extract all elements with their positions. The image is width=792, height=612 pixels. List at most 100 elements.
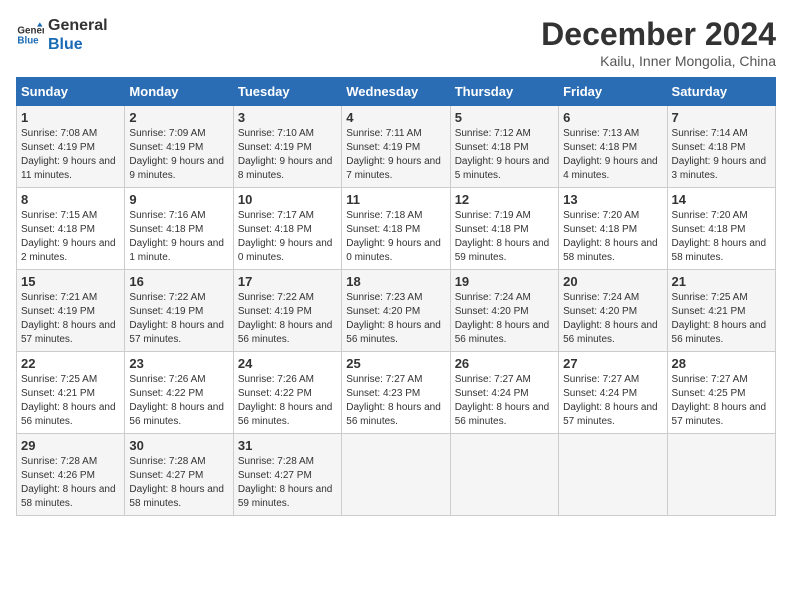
day-info: Sunrise: 7:23 AM Sunset: 4:20 PM Dayligh… <box>346 291 445 347</box>
day-cell: 20 Sunrise: 7:24 AM Sunset: 4:20 PM Dayl… <box>559 270 667 352</box>
day-cell: 16 Sunrise: 7:22 AM Sunset: 4:19 PM Dayl… <box>125 270 233 352</box>
day-info: Sunrise: 7:22 AM Sunset: 4:19 PM Dayligh… <box>129 291 228 347</box>
day-number: 30 <box>129 438 228 453</box>
day-info: Sunrise: 7:24 AM Sunset: 4:20 PM Dayligh… <box>455 291 554 347</box>
col-saturday: Saturday <box>667 78 775 106</box>
day-number: 18 <box>346 274 445 289</box>
day-info: Sunrise: 7:27 AM Sunset: 4:23 PM Dayligh… <box>346 373 445 429</box>
calendar-body: 1 Sunrise: 7:08 AM Sunset: 4:19 PM Dayli… <box>17 106 776 516</box>
day-cell: 6 Sunrise: 7:13 AM Sunset: 4:18 PM Dayli… <box>559 106 667 188</box>
day-number: 29 <box>21 438 120 453</box>
col-tuesday: Tuesday <box>233 78 341 106</box>
col-friday: Friday <box>559 78 667 106</box>
day-cell: 25 Sunrise: 7:27 AM Sunset: 4:23 PM Dayl… <box>342 352 450 434</box>
day-cell: 27 Sunrise: 7:27 AM Sunset: 4:24 PM Dayl… <box>559 352 667 434</box>
day-info: Sunrise: 7:28 AM Sunset: 4:27 PM Dayligh… <box>129 455 228 511</box>
day-number: 9 <box>129 192 228 207</box>
day-info: Sunrise: 7:19 AM Sunset: 4:18 PM Dayligh… <box>455 209 554 265</box>
day-cell: 29 Sunrise: 7:28 AM Sunset: 4:26 PM Dayl… <box>17 434 125 516</box>
day-cell <box>667 434 775 516</box>
col-monday: Monday <box>125 78 233 106</box>
logo-blue: Blue <box>48 35 108 54</box>
day-info: Sunrise: 7:17 AM Sunset: 4:18 PM Dayligh… <box>238 209 337 265</box>
day-cell: 28 Sunrise: 7:27 AM Sunset: 4:25 PM Dayl… <box>667 352 775 434</box>
col-sunday: Sunday <box>17 78 125 106</box>
day-number: 15 <box>21 274 120 289</box>
day-cell: 9 Sunrise: 7:16 AM Sunset: 4:18 PM Dayli… <box>125 188 233 270</box>
week-row-1: 1 Sunrise: 7:08 AM Sunset: 4:19 PM Dayli… <box>17 106 776 188</box>
day-cell: 10 Sunrise: 7:17 AM Sunset: 4:18 PM Dayl… <box>233 188 341 270</box>
day-number: 31 <box>238 438 337 453</box>
day-number: 7 <box>672 110 771 125</box>
day-info: Sunrise: 7:26 AM Sunset: 4:22 PM Dayligh… <box>238 373 337 429</box>
header-row: Sunday Monday Tuesday Wednesday Thursday… <box>17 78 776 106</box>
day-cell: 2 Sunrise: 7:09 AM Sunset: 4:19 PM Dayli… <box>125 106 233 188</box>
month-title: December 2024 <box>541 16 776 53</box>
day-info: Sunrise: 7:27 AM Sunset: 4:24 PM Dayligh… <box>455 373 554 429</box>
day-number: 27 <box>563 356 662 371</box>
day-cell <box>342 434 450 516</box>
day-number: 28 <box>672 356 771 371</box>
day-cell: 8 Sunrise: 7:15 AM Sunset: 4:18 PM Dayli… <box>17 188 125 270</box>
day-info: Sunrise: 7:27 AM Sunset: 4:24 PM Dayligh… <box>563 373 662 429</box>
day-cell: 1 Sunrise: 7:08 AM Sunset: 4:19 PM Dayli… <box>17 106 125 188</box>
day-number: 6 <box>563 110 662 125</box>
day-info: Sunrise: 7:24 AM Sunset: 4:20 PM Dayligh… <box>563 291 662 347</box>
col-thursday: Thursday <box>450 78 558 106</box>
day-cell <box>559 434 667 516</box>
day-info: Sunrise: 7:26 AM Sunset: 4:22 PM Dayligh… <box>129 373 228 429</box>
day-number: 26 <box>455 356 554 371</box>
day-cell: 26 Sunrise: 7:27 AM Sunset: 4:24 PM Dayl… <box>450 352 558 434</box>
day-cell: 23 Sunrise: 7:26 AM Sunset: 4:22 PM Dayl… <box>125 352 233 434</box>
week-row-3: 15 Sunrise: 7:21 AM Sunset: 4:19 PM Dayl… <box>17 270 776 352</box>
day-number: 21 <box>672 274 771 289</box>
day-info: Sunrise: 7:21 AM Sunset: 4:19 PM Dayligh… <box>21 291 120 347</box>
day-cell: 19 Sunrise: 7:24 AM Sunset: 4:20 PM Dayl… <box>450 270 558 352</box>
day-number: 14 <box>672 192 771 207</box>
header: General Blue General Blue December 2024 … <box>16 16 776 69</box>
day-info: Sunrise: 7:13 AM Sunset: 4:18 PM Dayligh… <box>563 127 662 183</box>
day-cell: 15 Sunrise: 7:21 AM Sunset: 4:19 PM Dayl… <box>17 270 125 352</box>
day-cell: 30 Sunrise: 7:28 AM Sunset: 4:27 PM Dayl… <box>125 434 233 516</box>
title-area: December 2024 Kailu, Inner Mongolia, Chi… <box>541 16 776 69</box>
logo-general: General <box>48 16 108 35</box>
week-row-4: 22 Sunrise: 7:25 AM Sunset: 4:21 PM Dayl… <box>17 352 776 434</box>
day-info: Sunrise: 7:08 AM Sunset: 4:19 PM Dayligh… <box>21 127 120 183</box>
location: Kailu, Inner Mongolia, China <box>541 53 776 69</box>
day-info: Sunrise: 7:16 AM Sunset: 4:18 PM Dayligh… <box>129 209 228 265</box>
day-cell: 4 Sunrise: 7:11 AM Sunset: 4:19 PM Dayli… <box>342 106 450 188</box>
day-info: Sunrise: 7:12 AM Sunset: 4:18 PM Dayligh… <box>455 127 554 183</box>
day-number: 13 <box>563 192 662 207</box>
day-cell: 14 Sunrise: 7:20 AM Sunset: 4:18 PM Dayl… <box>667 188 775 270</box>
day-number: 4 <box>346 110 445 125</box>
day-number: 25 <box>346 356 445 371</box>
day-number: 23 <box>129 356 228 371</box>
logo: General Blue General Blue <box>16 16 108 54</box>
day-number: 2 <box>129 110 228 125</box>
day-info: Sunrise: 7:09 AM Sunset: 4:19 PM Dayligh… <box>129 127 228 183</box>
day-cell: 18 Sunrise: 7:23 AM Sunset: 4:20 PM Dayl… <box>342 270 450 352</box>
day-number: 16 <box>129 274 228 289</box>
day-cell: 11 Sunrise: 7:18 AM Sunset: 4:18 PM Dayl… <box>342 188 450 270</box>
day-info: Sunrise: 7:28 AM Sunset: 4:26 PM Dayligh… <box>21 455 120 511</box>
day-number: 22 <box>21 356 120 371</box>
day-info: Sunrise: 7:11 AM Sunset: 4:19 PM Dayligh… <box>346 127 445 183</box>
day-number: 10 <box>238 192 337 207</box>
svg-text:Blue: Blue <box>17 36 39 47</box>
day-info: Sunrise: 7:20 AM Sunset: 4:18 PM Dayligh… <box>563 209 662 265</box>
col-wednesday: Wednesday <box>342 78 450 106</box>
day-cell: 24 Sunrise: 7:26 AM Sunset: 4:22 PM Dayl… <box>233 352 341 434</box>
day-info: Sunrise: 7:14 AM Sunset: 4:18 PM Dayligh… <box>672 127 771 183</box>
day-number: 20 <box>563 274 662 289</box>
day-cell <box>450 434 558 516</box>
day-number: 1 <box>21 110 120 125</box>
day-info: Sunrise: 7:25 AM Sunset: 4:21 PM Dayligh… <box>672 291 771 347</box>
day-number: 5 <box>455 110 554 125</box>
day-cell: 7 Sunrise: 7:14 AM Sunset: 4:18 PM Dayli… <box>667 106 775 188</box>
day-cell: 5 Sunrise: 7:12 AM Sunset: 4:18 PM Dayli… <box>450 106 558 188</box>
day-number: 19 <box>455 274 554 289</box>
day-cell: 17 Sunrise: 7:22 AM Sunset: 4:19 PM Dayl… <box>233 270 341 352</box>
day-info: Sunrise: 7:10 AM Sunset: 4:19 PM Dayligh… <box>238 127 337 183</box>
week-row-5: 29 Sunrise: 7:28 AM Sunset: 4:26 PM Dayl… <box>17 434 776 516</box>
day-cell: 31 Sunrise: 7:28 AM Sunset: 4:27 PM Dayl… <box>233 434 341 516</box>
